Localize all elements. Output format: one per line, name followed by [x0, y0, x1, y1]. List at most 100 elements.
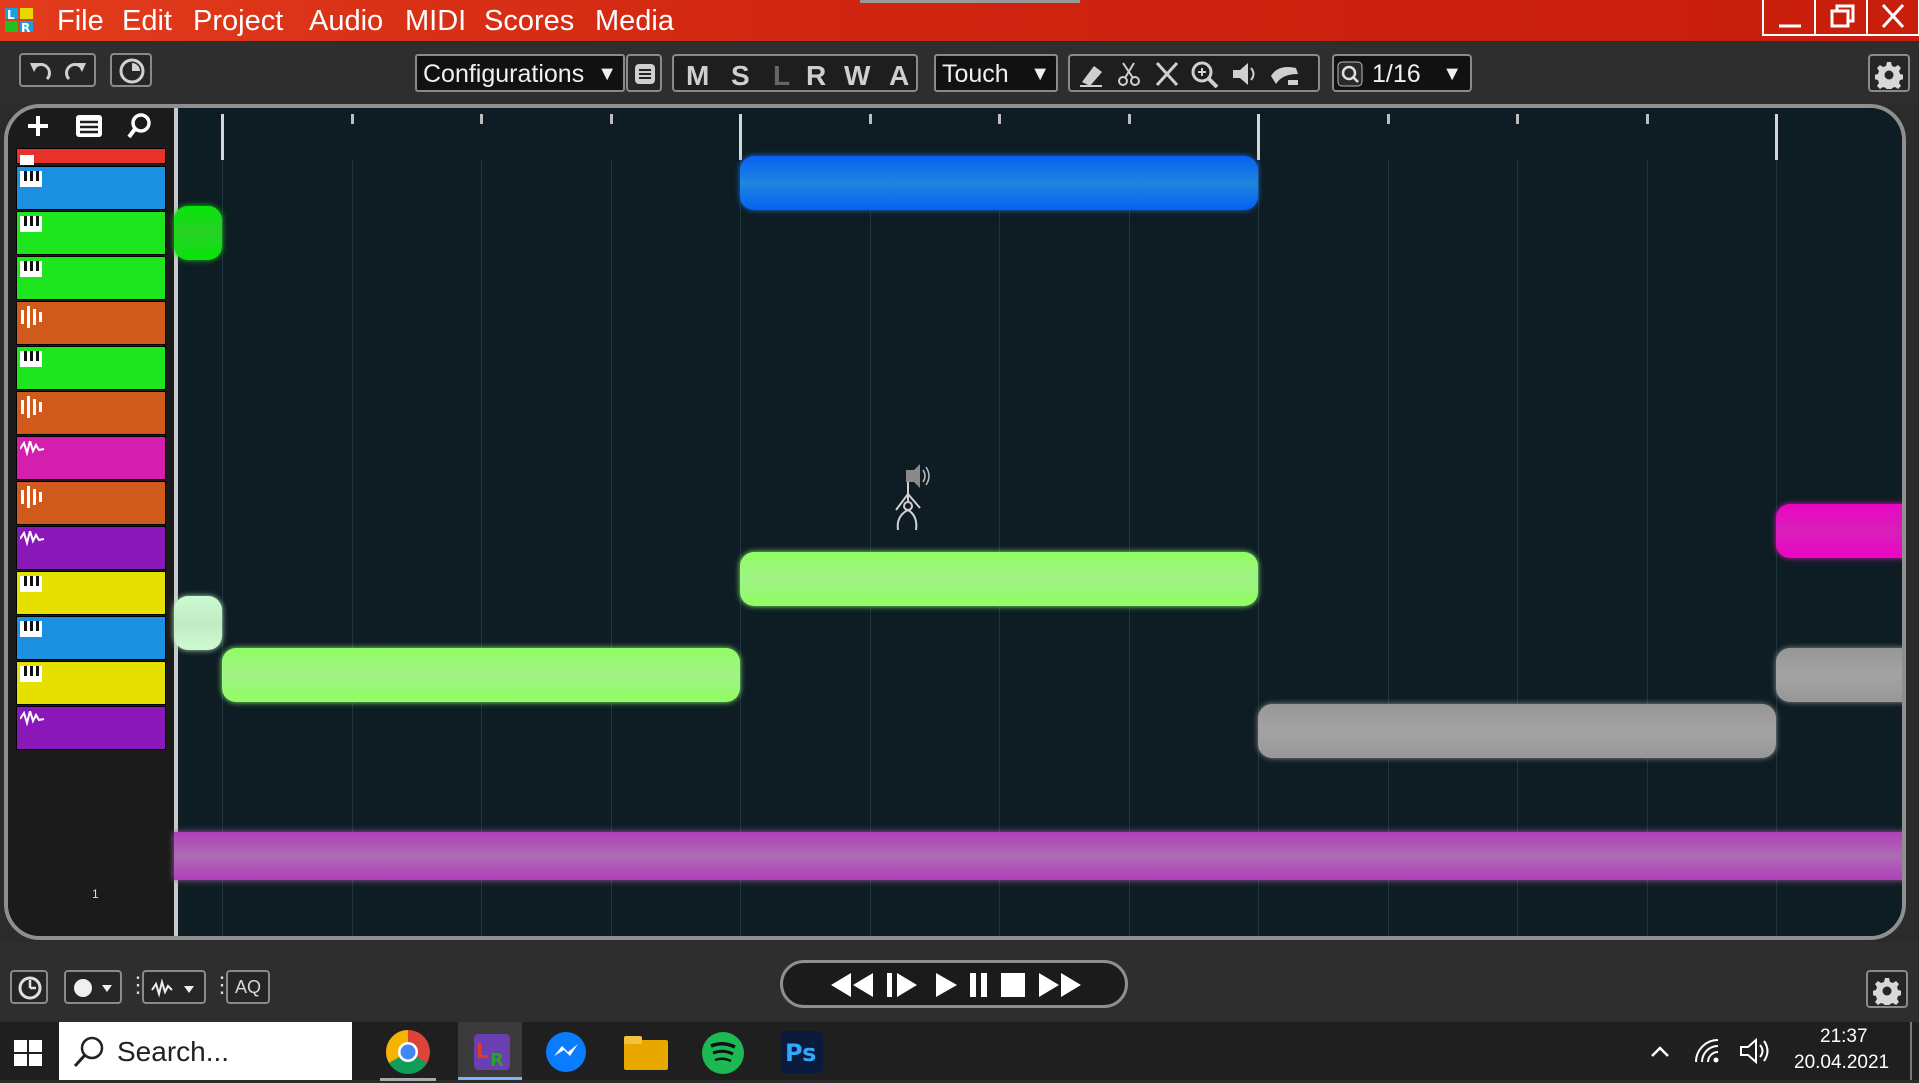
clip[interactable]	[1258, 704, 1776, 758]
audio-input-dropdown[interactable]	[142, 970, 206, 1004]
track-header-midi[interactable]	[16, 346, 166, 390]
stop-icon[interactable]	[999, 971, 1027, 999]
redo-icon[interactable]	[61, 58, 89, 84]
clock-time[interactable]: 21:37	[1820, 1026, 1868, 1048]
track-header-audio[interactable]	[16, 301, 166, 345]
menu-project[interactable]: Project	[193, 4, 283, 38]
chrome-icon[interactable]	[380, 1028, 436, 1081]
track-header-midi[interactable]	[16, 571, 166, 615]
menu-edit[interactable]: Edit	[122, 4, 172, 38]
wifi-icon[interactable]	[1692, 1036, 1722, 1066]
spotify-icon[interactable]	[700, 1030, 746, 1076]
track-list-menu-icon[interactable]	[74, 112, 104, 140]
record-mode-dropdown[interactable]	[64, 970, 122, 1004]
delete-x-icon[interactable]	[1152, 60, 1182, 88]
grid-line	[1647, 160, 1648, 936]
mute-mode-button[interactable]: M	[686, 56, 709, 96]
clip[interactable]	[1776, 648, 1902, 702]
windows-start-icon[interactable]	[12, 1038, 44, 1068]
automation-mode-button[interactable]: A	[889, 56, 909, 96]
menu-scores[interactable]: Scores	[484, 4, 574, 38]
photoshop-icon[interactable]: Ps	[780, 1030, 824, 1074]
track-header-midi[interactable]	[16, 166, 166, 210]
messenger-icon[interactable]	[544, 1030, 588, 1074]
main-toolbar: Configurations ▼ M S L R W A Touch ▼ 1/1…	[0, 42, 1919, 104]
solo-mode-button[interactable]: S	[731, 56, 750, 96]
menu-audio[interactable]: Audio	[309, 4, 383, 38]
svg-text:R: R	[21, 21, 30, 35]
aq-button[interactable]: AQ	[226, 970, 270, 1004]
track-header-wave[interactable]	[16, 526, 166, 570]
chevron-down-icon: ▼	[597, 63, 617, 85]
windows-taskbar: Search... LR Ps 21:37 20.04.2021	[0, 1022, 1919, 1081]
write-mode-button[interactable]: W	[844, 56, 870, 96]
timeline-area[interactable]	[174, 108, 1902, 936]
beat-marker	[869, 114, 872, 124]
quantize-icon	[1337, 61, 1363, 87]
step-play-icon[interactable]	[885, 971, 919, 999]
rewind-icon[interactable]	[829, 971, 877, 999]
menu-media[interactable]: Media	[595, 4, 674, 38]
clip[interactable]	[174, 596, 222, 650]
menu-midi[interactable]: MIDI	[405, 4, 466, 38]
metronome-button[interactable]	[10, 970, 48, 1004]
clip[interactable]	[174, 206, 222, 260]
pause-icon[interactable]	[967, 971, 991, 999]
grid-line	[352, 160, 353, 936]
zoom-icon[interactable]	[1190, 60, 1220, 88]
clock-icon	[119, 58, 145, 84]
speaker-icon[interactable]	[1230, 60, 1260, 88]
fast-forward-icon[interactable]	[1037, 971, 1085, 999]
minimize-button[interactable]	[1762, 0, 1816, 36]
chevron-up-icon[interactable]	[1648, 1040, 1672, 1064]
restore-button[interactable]	[1814, 0, 1868, 36]
history-button[interactable]	[110, 53, 152, 87]
track-header-midi[interactable]	[16, 661, 166, 705]
midi-track-icon	[20, 621, 42, 637]
clip[interactable]	[1776, 504, 1902, 558]
file-explorer-icon[interactable]	[622, 1032, 670, 1072]
close-button[interactable]	[1866, 0, 1919, 36]
track-header-midi[interactable]	[16, 256, 166, 300]
transport-controls	[780, 960, 1128, 1008]
clip[interactable]	[740, 156, 1258, 210]
scissors-icon[interactable]	[1114, 60, 1144, 88]
eraser-icon[interactable]	[1076, 60, 1106, 88]
read-mode-button[interactable]: R	[806, 56, 826, 96]
undo-icon[interactable]	[27, 58, 55, 84]
menu-file[interactable]: File	[57, 4, 104, 38]
clip[interactable]	[740, 552, 1258, 606]
add-track-icon[interactable]	[24, 112, 52, 140]
beat-marker	[1516, 114, 1519, 124]
lock-mode-button[interactable]: L	[773, 56, 790, 96]
automation-mode-dropdown[interactable]: Touch ▼	[934, 54, 1058, 92]
play-icon[interactable]	[933, 971, 959, 999]
settings-button[interactable]	[1868, 54, 1910, 92]
app-logo-icon[interactable]: L R	[4, 5, 36, 35]
grid-line	[481, 160, 482, 936]
daw-icon[interactable]: LR	[458, 1022, 522, 1080]
clip[interactable]	[222, 648, 740, 702]
glue-icon[interactable]	[1268, 60, 1302, 88]
configurations-dropdown[interactable]: Configurations ▼	[415, 54, 625, 92]
track-header-wave[interactable]	[16, 706, 166, 750]
search-icon[interactable]	[126, 112, 154, 140]
volume-icon[interactable]	[1738, 1036, 1778, 1066]
track-header-audio[interactable]	[16, 391, 166, 435]
taskbar-search-box[interactable]: Search...	[59, 1022, 352, 1080]
beat-marker	[610, 114, 613, 124]
track-header-folder[interactable]	[16, 148, 166, 165]
transport-settings-button[interactable]	[1866, 970, 1908, 1008]
track-header-audio[interactable]	[16, 481, 166, 525]
clock-date[interactable]: 20.04.2021	[1794, 1052, 1889, 1074]
svg-text:R: R	[490, 1050, 504, 1071]
track-header-midi[interactable]	[16, 211, 166, 255]
midi-track-icon	[20, 576, 42, 592]
clip[interactable]	[174, 832, 1902, 880]
quantize-dropdown[interactable]: 1/16 ▼	[1332, 54, 1472, 92]
track-header-wave[interactable]	[16, 436, 166, 480]
configurations-list-button[interactable]	[626, 54, 662, 92]
show-desktop-button[interactable]	[1910, 1022, 1912, 1080]
track-header-midi[interactable]	[16, 616, 166, 660]
mascot-figure-icon	[895, 464, 930, 531]
